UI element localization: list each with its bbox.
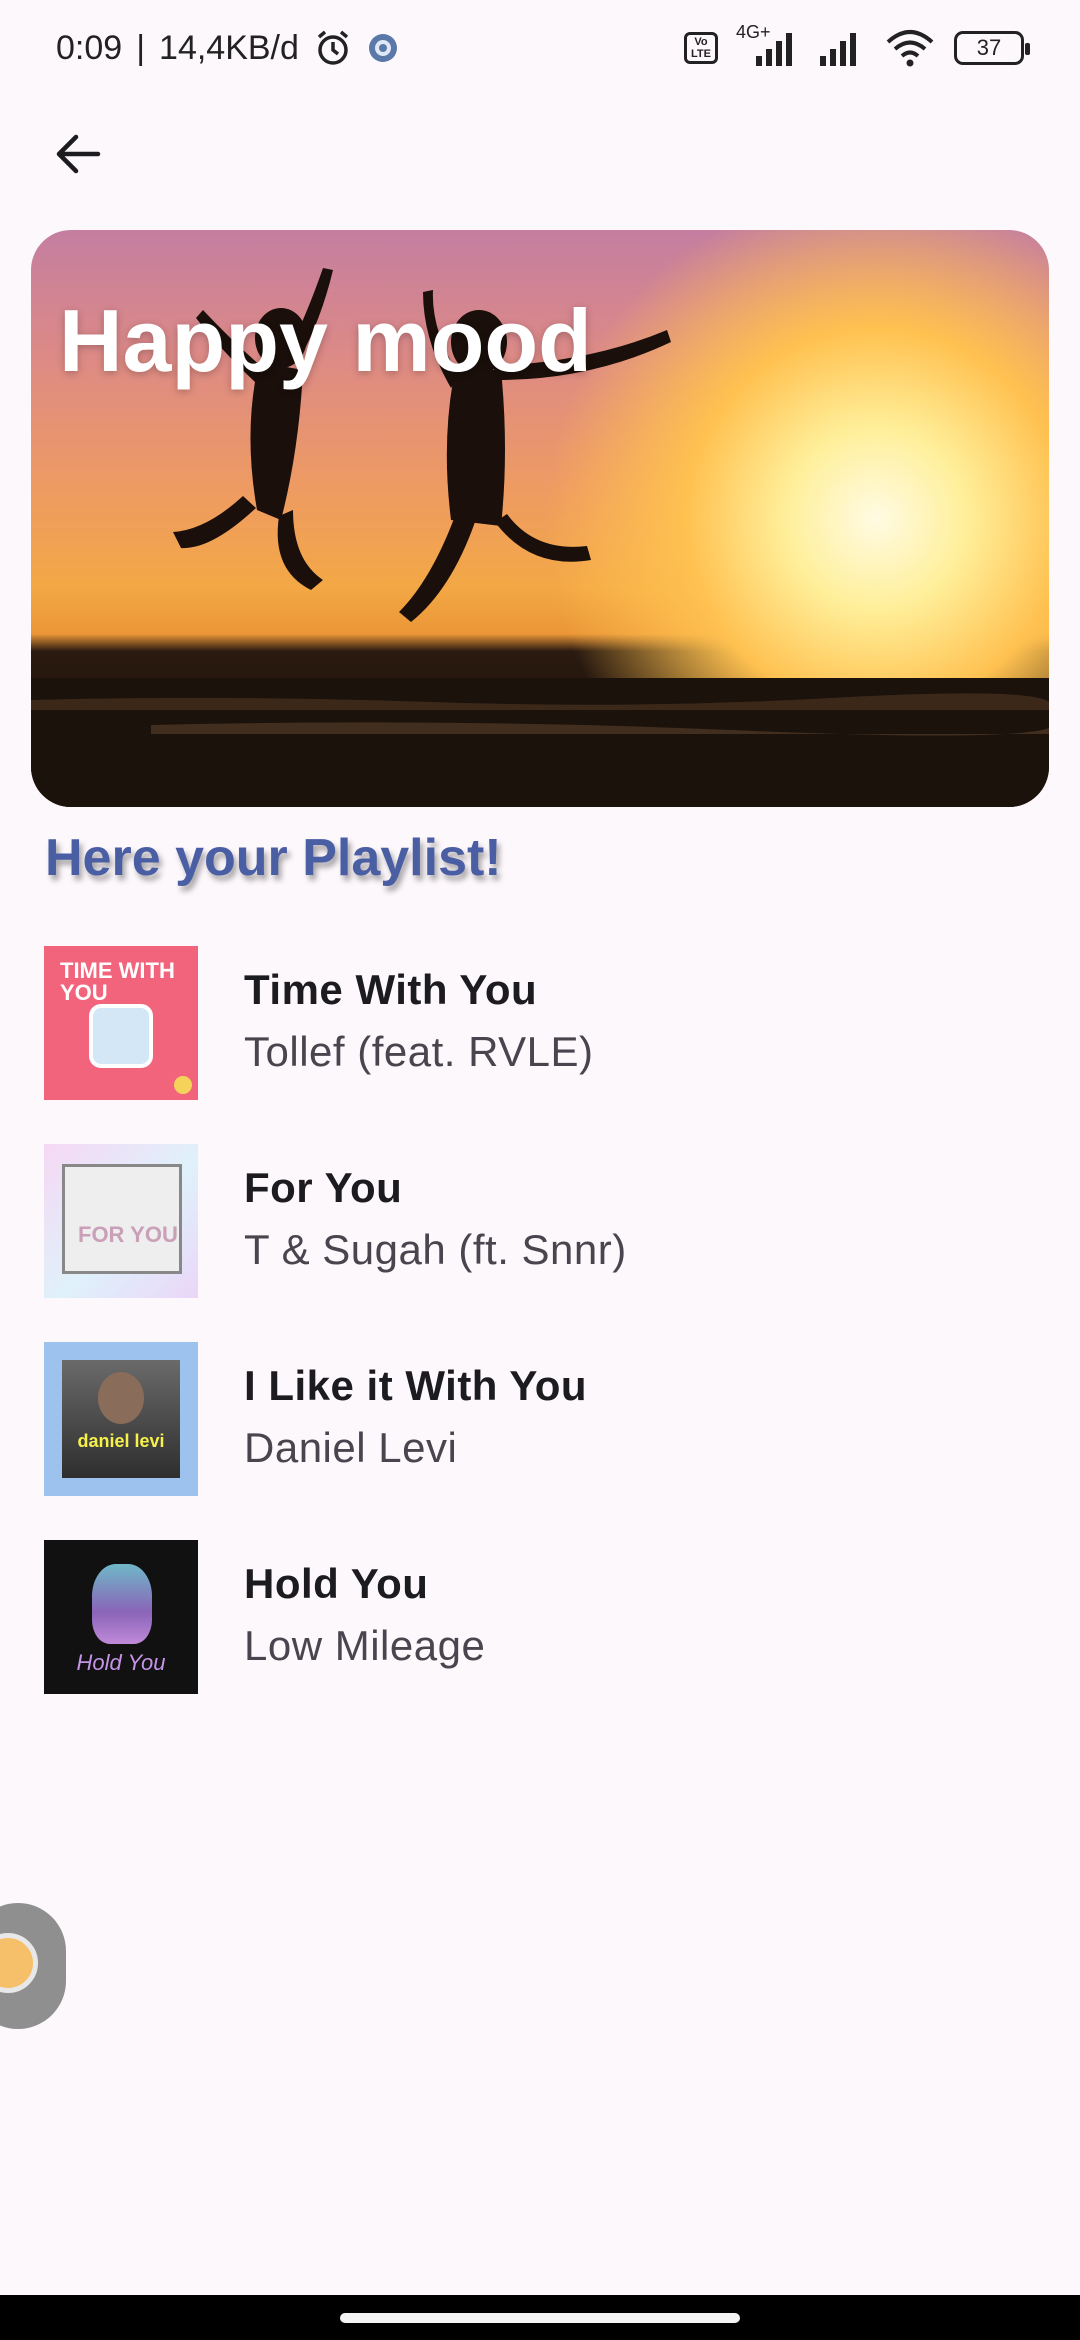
cover-crystal-art — [92, 1564, 152, 1644]
track-title: I Like it With You — [244, 1362, 588, 1409]
wifi-icon — [884, 28, 936, 68]
app-root: 0:09 | 14,4KB/d Vo LTE 4G+ 37 Happy mood… — [0, 0, 1080, 2340]
track-info: For You T & Sugah (ft. Snnr) — [244, 1162, 627, 1280]
track-title: Time With You — [244, 966, 538, 1013]
status-right: Vo LTE 4G+ 37 — [684, 22, 1030, 68]
mood-hero-banner: Happy mood — [31, 230, 1049, 807]
track-info: Time With You Tollef (feat. RVLE) — [244, 964, 594, 1082]
status-data-rate: 14,4KB/d — [159, 28, 299, 67]
album-cover: Hold You — [44, 1540, 198, 1694]
cover-text: TIME WITH YOU — [60, 958, 175, 1005]
network-type-label: 4G+ — [736, 22, 771, 42]
battery-icon: 37 — [954, 31, 1030, 65]
status-left: 0:09 | 14,4KB/d — [56, 28, 399, 68]
floating-assistant-bubble[interactable] — [0, 1903, 66, 2029]
status-time: 0:09 — [56, 28, 123, 67]
playlist-item[interactable]: Hold You Hold You Low Mileage — [44, 1518, 1044, 1716]
track-artist: Tollef (feat. RVLE) — [244, 1028, 594, 1075]
playlist-item[interactable]: FOR YOU For You T & Sugah (ft. Snnr) — [44, 1122, 1044, 1320]
mood-title: Happy mood — [59, 291, 592, 390]
playlist-heading: Here your Playlist! — [45, 829, 502, 887]
signal-4g-icon: 4G+ — [736, 22, 798, 66]
status-bar: 0:09 | 14,4KB/d Vo LTE 4G+ 37 — [0, 0, 1080, 96]
track-artist: Daniel Levi — [244, 1424, 458, 1471]
track-title: Hold You — [244, 1560, 429, 1607]
back-button[interactable] — [40, 116, 116, 192]
volte-icon: Vo LTE — [684, 32, 718, 64]
battery-level: 37 — [976, 35, 1002, 60]
album-cover: TIME WITH YOU — [44, 946, 198, 1100]
track-artist: Low Mileage — [244, 1622, 486, 1669]
volte-bottom-label: LTE — [691, 48, 711, 60]
track-info: I Like it With You Daniel Levi — [244, 1360, 587, 1478]
playlist-item[interactable]: daniel levi I Like it With You Daniel Le… — [44, 1320, 1044, 1518]
app-notification-icon — [367, 32, 399, 64]
cover-text: daniel levi — [77, 1431, 165, 1451]
home-indicator[interactable] — [340, 2313, 740, 2323]
track-info: Hold You Low Mileage — [244, 1558, 485, 1676]
album-cover: daniel levi — [44, 1342, 198, 1496]
arrow-left-icon — [56, 134, 101, 174]
status-separator: | — [136, 28, 146, 67]
track-title: For You — [244, 1164, 403, 1211]
track-artist: T & Sugah (ft. Snnr) — [244, 1226, 627, 1273]
assistant-icon — [0, 1933, 38, 1993]
volte-top-label: Vo — [694, 36, 708, 48]
cover-art-tile — [89, 1004, 153, 1068]
album-cover: FOR YOU — [44, 1144, 198, 1298]
playlist-item[interactable]: TIME WITH YOU Time With You Tollef (feat… — [44, 924, 1044, 1122]
cover-text: Hold You — [76, 1650, 166, 1675]
signal-icon — [816, 30, 866, 66]
alarm-icon — [313, 28, 353, 68]
cover-heart-art: FOR YOU — [78, 1222, 178, 1247]
cover-portrait — [98, 1372, 144, 1424]
playlist: TIME WITH YOU Time With You Tollef (feat… — [44, 924, 1044, 1716]
cover-badge — [174, 1076, 192, 1094]
